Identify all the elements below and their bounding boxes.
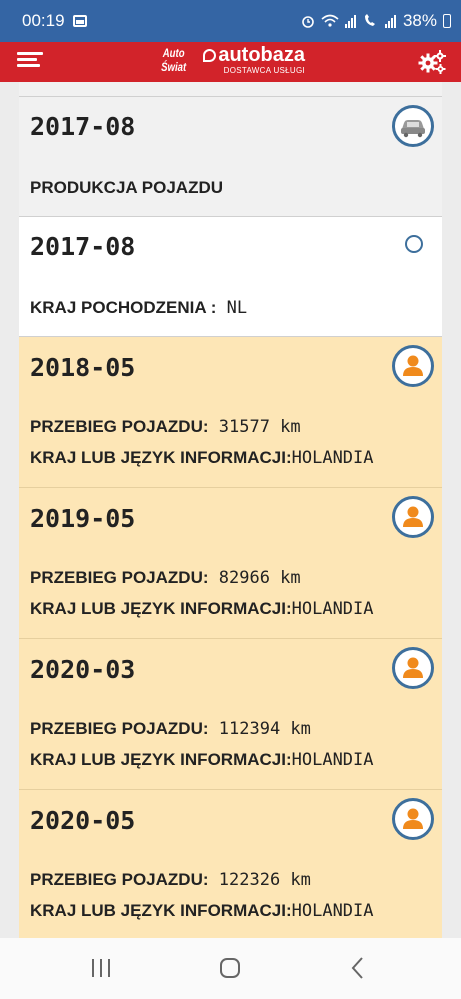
alarm-icon [302,16,314,28]
person-icon[interactable] [392,647,434,689]
history-list[interactable]: 2017-08 PRODUKCJA POJAZDU 2017-08 KRAJ P… [19,82,442,938]
status-bar: 00:19 38% [0,0,461,42]
entry-line: KRAJ POCHODZENIA : NL [30,298,248,318]
dot-icon [405,235,423,253]
car-icon[interactable] [392,105,434,147]
auto-swiat-logo: Auto Świat [161,46,187,74]
list-item: 2019-05 PRZEBIEG POJAZDU: 82966 km KRAJ … [19,488,442,639]
entry-date: 2017-08 [30,232,136,261]
entry-date: 2017-08 [30,112,136,141]
status-icons: 38% [301,11,451,31]
entry-line: PRODUKCJA POJAZDU [30,178,224,197]
recent-apps-icon [92,959,110,977]
system-nav-bar [0,938,461,999]
entry-date: 2018-05 [30,353,136,382]
list-item: 2018-05 PRZEBIEG POJAZDU: 31577 km KRAJ … [19,337,442,488]
signal-icon [344,15,356,28]
back-button[interactable] [350,956,366,980]
entry-line: KRAJ LUB JĘZYK INFORMACJI:HOLANDIA [30,448,374,468]
wifi-call-icon [364,14,375,26]
menu-button[interactable] [17,52,43,72]
recent-apps-button[interactable] [90,956,112,980]
entry-line: PRZEBIEG POJAZDU: 112394 km [30,719,311,739]
list-item-partial [19,82,442,97]
list-item: 2020-05 PRZEBIEG POJAZDU: 122326 km KRAJ… [19,790,442,938]
list-item: 2017-08 PRODUKCJA POJAZDU [19,97,442,217]
entry-date: 2020-03 [30,655,136,684]
menu-icon [17,52,43,55]
entry-line: PRZEBIEG POJAZDU: 31577 km [30,417,301,437]
app-bar: Auto Świat autobaza DOSTAWCA USŁUGI [0,42,461,82]
gallery-icon [72,15,87,27]
battery-percent: 38% [402,11,437,30]
home-button[interactable] [219,956,241,980]
person-icon[interactable] [392,345,434,387]
signal-2-icon [384,15,396,28]
entry-line: KRAJ LUB JĘZYK INFORMACJI:HOLANDIA [30,750,374,770]
home-icon [220,958,240,978]
entry-line: PRZEBIEG POJAZDU: 82966 km [30,568,301,588]
list-item: 2017-08 KRAJ POCHODZENIA : NL [19,217,442,337]
entry-date: 2020-05 [30,806,136,835]
entry-line: KRAJ LUB JĘZYK INFORMACJI:HOLANDIA [30,901,374,921]
entry-line: PRZEBIEG POJAZDU: 122326 km [30,870,311,890]
entry-date: 2019-05 [30,504,136,533]
logos: Auto Świat autobaza DOSTAWCA USŁUGI [158,44,305,76]
wifi-icon [321,14,339,27]
battery-icon [443,14,451,28]
status-time: 00:19 [22,11,65,30]
autobaza-mark-icon [203,48,217,62]
list-item: 2020-03 PRZEBIEG POJAZDU: 112394 km KRAJ… [19,639,442,790]
gears-icon [418,50,446,74]
autobaza-logo: autobaza DOSTAWCA USŁUGI [203,44,305,76]
back-icon [351,957,363,979]
person-icon[interactable] [392,798,434,840]
entry-line: KRAJ LUB JĘZYK INFORMACJI:HOLANDIA [30,599,374,619]
person-icon[interactable] [392,496,434,538]
settings-button[interactable] [417,49,447,75]
